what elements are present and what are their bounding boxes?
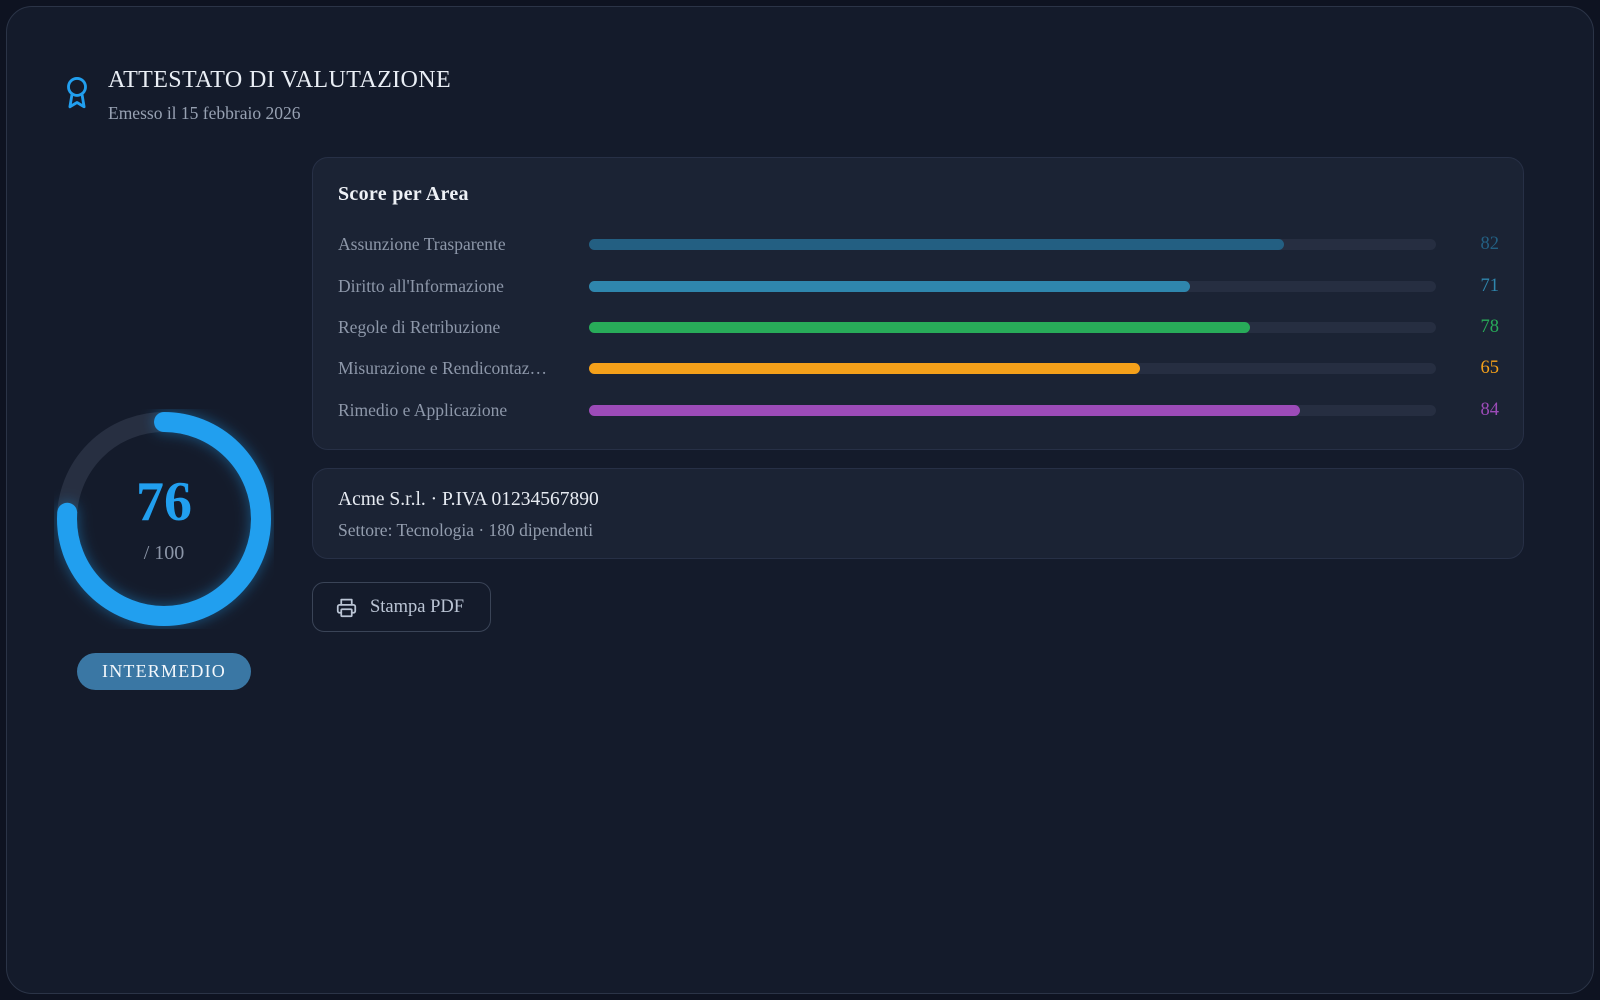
area-label: Assunzione Trasparente [338,234,579,255]
area-value: 82 [1446,234,1499,255]
area-label: Rimedio e Applicazione [338,400,579,421]
area-value: 71 [1446,276,1499,297]
area-bar-fill [589,322,1250,333]
area-bar-track [589,405,1436,416]
area-row: Regole di Retribuzione 78 [338,307,1499,348]
certificate-page: ATTESTATO DI VALUTAZIONE Emesso il 15 fe… [6,6,1594,994]
area-bar-track [589,281,1436,292]
area-bar-fill [589,405,1300,416]
company-name-vat: Acme S.r.l. · P.IVA 01234567890 [338,489,1499,511]
company-card: Acme S.r.l. · P.IVA 01234567890 Settore:… [312,468,1524,559]
overall-score-gauge: 76 / 100 [54,409,274,629]
area-bar-track [589,363,1436,374]
gauge-center-text: 76 / 100 [54,409,274,629]
area-value: 84 [1446,400,1499,421]
printer-icon [336,597,357,618]
area-bar-track [589,239,1436,250]
page-title: ATTESTATO DI VALUTAZIONE [108,67,451,94]
issue-date: Emesso il 15 febbraio 2026 [108,103,451,124]
area-label: Misurazione e Rendicontaz… [338,358,579,379]
area-value: 65 [1446,358,1499,379]
area-bar-fill [589,281,1190,292]
score-max-label: / 100 [144,542,185,565]
area-row: Rimedio e Applicazione 84 [338,390,1499,431]
level-badge: INTERMEDIO [77,653,251,690]
score-per-area-card: Score per Area Assunzione Trasparente 82 D… [312,157,1524,450]
area-row: Diritto all'Informazione 71 [338,265,1499,306]
area-row: Assunzione Trasparente 82 [338,224,1499,265]
award-icon [60,75,94,118]
header-text: ATTESTATO DI VALUTAZIONE Emesso il 15 fe… [108,67,451,124]
score-card-title: Score per Area [338,183,1499,206]
area-bar-fill [589,363,1140,374]
page-header: ATTESTATO DI VALUTAZIONE Emesso il 15 fe… [60,67,451,124]
area-label: Diritto all'Informazione [338,276,579,297]
area-rows: Assunzione Trasparente 82 Diritto all'Info… [338,224,1499,431]
area-bar-track [589,322,1436,333]
print-pdf-label: Stampa PDF [370,597,464,618]
area-value: 78 [1446,317,1499,338]
area-row: Misurazione e Rendicontaz… 65 [338,348,1499,389]
area-label: Regole di Retribuzione [338,317,579,338]
company-sector-size: Settore: Tecnologia · 180 dipendenti [338,520,1499,541]
area-bar-fill [589,239,1284,250]
print-pdf-button[interactable]: Stampa PDF [312,582,491,632]
overall-score-value: 76 [136,474,192,530]
